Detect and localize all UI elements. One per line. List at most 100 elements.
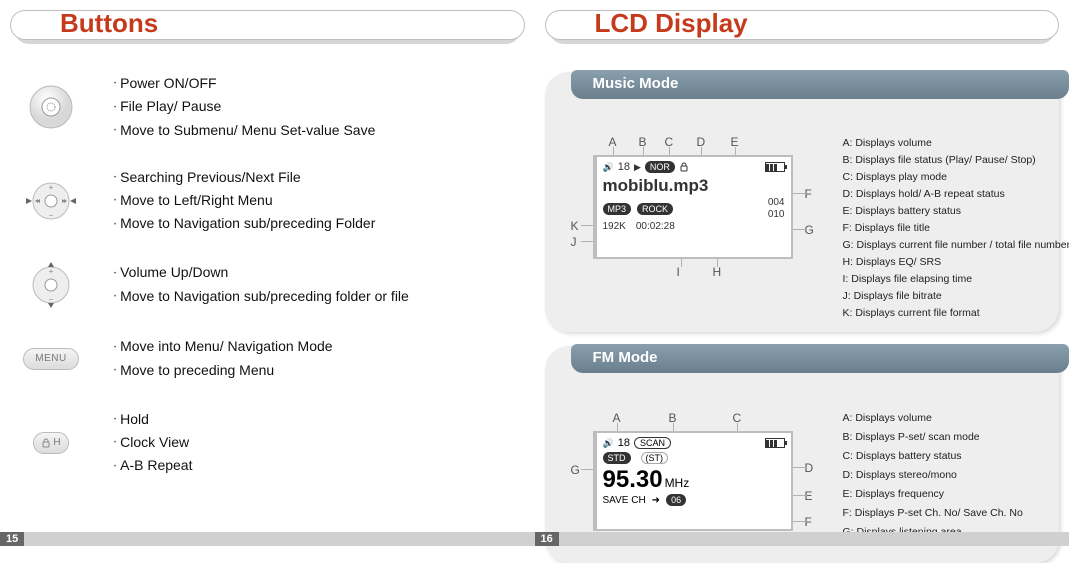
fm-marker-d: D	[805, 461, 814, 475]
buttons-title: Buttons	[60, 8, 158, 39]
legend-item: I: Displays file elapsing time	[843, 271, 1069, 288]
lcd-total: 010	[768, 209, 785, 221]
svg-text:+: +	[49, 183, 54, 192]
lcd-page: LCD Display Music Mode A B C D E K J F G…	[535, 0, 1069, 546]
button-row-menu: MENU Move into Menu/ Navigation Mode Mov…	[18, 334, 525, 384]
lock-icon	[679, 162, 689, 172]
legend-item: G: Displays current file number / total …	[843, 237, 1069, 254]
save-ch-label: SAVE CH	[603, 495, 646, 506]
legend-item: K: Displays current file format	[843, 305, 1069, 322]
button-row-leftright: + − Searching Previous/Next File Move to…	[18, 166, 525, 236]
svg-text:−: −	[49, 211, 54, 220]
fm-marker-f: F	[805, 515, 812, 529]
eq-badge: ROCK	[637, 203, 673, 215]
page-bar-left: 15	[0, 532, 535, 546]
legend-item: F: Displays file title	[843, 220, 1069, 237]
updown-button-icon: + −	[18, 260, 84, 310]
menu-button-icon: MENU	[18, 334, 84, 384]
list-item: Power ON/OFF	[114, 72, 375, 95]
battery-icon	[765, 438, 785, 448]
music-mode-tab: Music Mode	[571, 70, 1069, 99]
list-item: File Play/ Pause	[114, 95, 375, 118]
mode-badge: NOR	[645, 161, 675, 173]
arrow-icon: ➜	[652, 495, 660, 506]
button-row-center: Power ON/OFF File Play/ Pause Move to Su…	[18, 72, 525, 142]
list-item: A-B Repeat	[114, 454, 192, 477]
legend-item: J: Displays file bitrate	[843, 288, 1069, 305]
button-row-hold: H Hold Clock View A-B Repeat	[18, 408, 525, 478]
legend-item: A: Displays volume	[843, 409, 1052, 428]
button-row-updown: + − Volume Up/Down Move to Navigation su…	[18, 260, 525, 310]
fm-mode-tab: FM Mode	[571, 344, 1069, 373]
legend-item: C: Displays play mode	[843, 169, 1069, 186]
music-mode-panel: Music Mode A B C D E K J F G I H	[545, 72, 1060, 332]
leftright-button-list: Searching Previous/Next File Move to Lef…	[114, 166, 375, 236]
music-lcd-wrap: A B C D E K J F G I H	[553, 135, 833, 283]
hold-button-icon: H	[18, 418, 84, 468]
marker-f: F	[805, 187, 812, 201]
button-descriptions: Power ON/OFF File Play/ Pause Move to Su…	[10, 72, 525, 478]
menu-button-list: Move into Menu/ Navigation Mode Move to …	[114, 335, 333, 382]
legend-item: C: Displays battery status	[843, 447, 1052, 466]
fm-mode-panel: FM Mode A B C G D E F 🔊	[545, 346, 1060, 563]
scan-badge: SCAN	[634, 437, 671, 449]
legend-item: B: Displays P-set/ scan mode	[843, 428, 1052, 447]
list-item: Move to Navigation sub/preceding folder …	[114, 285, 409, 308]
marker-h: H	[713, 265, 722, 279]
marker-g: G	[805, 223, 814, 237]
legend-item: D: Displays stereo/mono	[843, 466, 1052, 485]
format-badge: MP3	[603, 203, 632, 215]
center-button-list: Power ON/OFF File Play/ Pause Move to Su…	[114, 72, 375, 142]
legend-item: E: Displays frequency	[843, 485, 1052, 504]
fm-frequency: 95.30	[603, 466, 663, 493]
battery-icon	[765, 162, 785, 172]
lcd-title-tab: LCD Display	[545, 6, 1060, 52]
lcd-cur: 004	[768, 197, 785, 209]
fm-marker-g: G	[571, 463, 580, 477]
svg-text:−: −	[49, 295, 54, 304]
legend-item: A: Displays volume	[843, 135, 1069, 152]
page-number-right: 16	[535, 532, 559, 546]
play-icon: ▶	[634, 162, 641, 173]
updown-button-list: Volume Up/Down Move to Navigation sub/pr…	[114, 261, 409, 308]
buttons-page: Buttons Power ON/OFF File Play/ Pause Mo…	[0, 0, 535, 546]
channel-number: 06	[666, 494, 686, 506]
lcd-title: LCD Display	[595, 8, 748, 39]
music-legend: A: Displays volume B: Displays file stat…	[843, 135, 1069, 322]
fm-volume: 18	[618, 437, 630, 449]
list-item: Move to Submenu/ Menu Set-value Save	[114, 119, 375, 142]
list-item: Clock View	[114, 431, 192, 454]
hold-button-list: Hold Clock View A-B Repeat	[114, 408, 192, 478]
list-item: Hold	[114, 408, 192, 431]
fm-unit: MHz	[665, 476, 690, 490]
list-item: Move to preceding Menu	[114, 359, 333, 382]
fm-marker-e: E	[805, 489, 813, 503]
list-item: Move to Navigation sub/preceding Folder	[114, 212, 375, 235]
svg-text:+: +	[49, 267, 54, 276]
lcd-bitrate: 192K	[603, 221, 626, 232]
stereo-badge: ST	[649, 453, 661, 463]
list-item: Volume Up/Down	[114, 261, 409, 284]
list-item: Move into Menu/ Navigation Mode	[114, 335, 333, 358]
lcd-file-title: mobiblu.mp3	[603, 176, 785, 196]
center-button-icon	[18, 82, 84, 132]
page-bar-right: 16	[535, 532, 1069, 546]
fm-lcd-wrap: A B C G D E F 🔊 18 SCAN	[553, 409, 833, 549]
marker-j: J	[571, 235, 577, 249]
marker-i: I	[677, 265, 680, 279]
area-badge: STD	[603, 452, 631, 464]
legend-item: E: Displays battery status	[843, 203, 1069, 220]
list-item: Searching Previous/Next File	[114, 166, 375, 189]
legend-item: B: Displays file status (Play/ Pause/ St…	[843, 152, 1069, 169]
leftright-button-icon: + −	[18, 176, 84, 226]
lcd-elapsed: 00:02:28	[636, 221, 675, 232]
list-item: Move to Left/Right Menu	[114, 189, 375, 212]
fm-legend: A: Displays volume B: Displays P-set/ sc…	[843, 409, 1052, 549]
buttons-title-tab: Buttons	[10, 6, 525, 52]
page-number-left: 15	[0, 532, 24, 546]
fm-lcd: 🔊 18 SCAN STD (ST) 95.30MHz SAVE CH	[593, 431, 793, 531]
legend-item: F: Displays P-set Ch. No/ Save Ch. No	[843, 504, 1052, 523]
marker-k: K	[571, 219, 579, 233]
music-lcd: 🔊 18 ▶ NOR mobiblu.mp3 MP3 ROCK 004 010	[593, 155, 793, 259]
lcd-volume: 18	[618, 161, 630, 173]
